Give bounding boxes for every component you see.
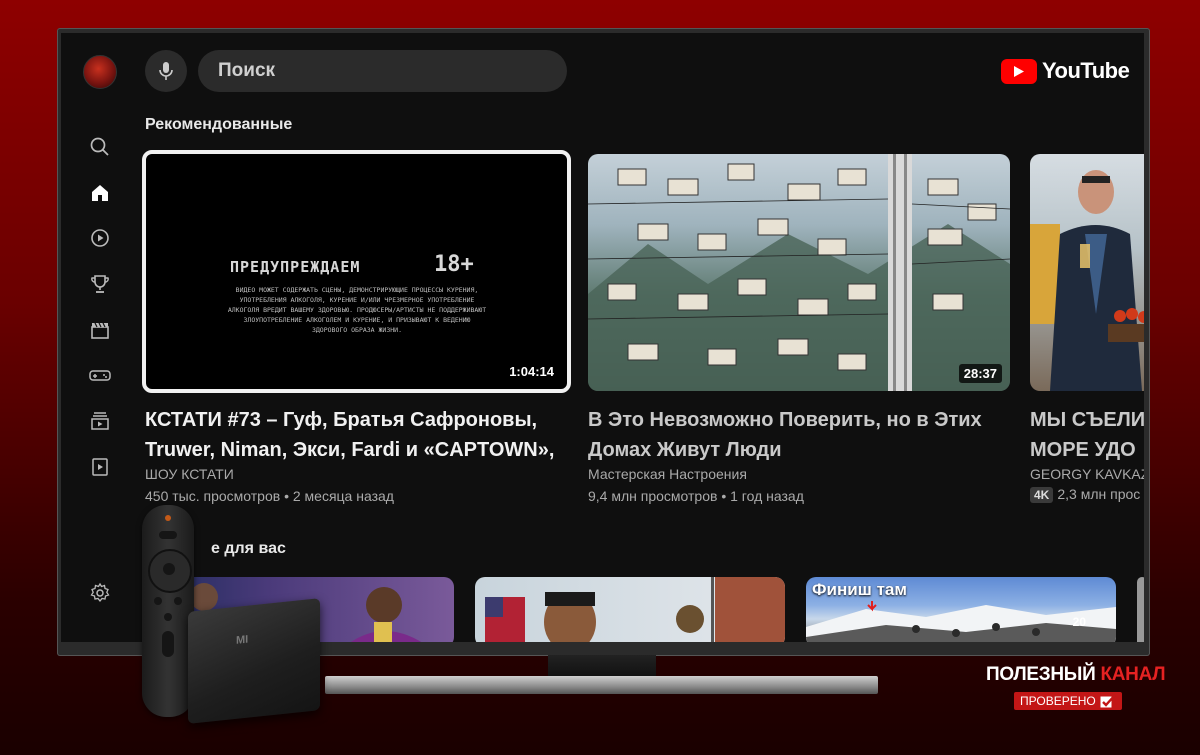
- video-duration: 28:37: [958, 364, 1002, 383]
- channel-name: ПОЛЕЗНЫЙ КАНАЛ: [986, 664, 1166, 686]
- channel-watermark: ПОЛЕЗНЫЙ КАНАЛ ПРОВЕРЕНО: [986, 664, 1166, 710]
- remote-button: [164, 613, 172, 621]
- video-title-line: Домах Живут Люди: [588, 439, 782, 461]
- video-title-line: КСТАТИ #73 – Гуф, Братья Сафроновы,: [145, 409, 538, 431]
- channel-name-red: КАНАЛ: [1100, 664, 1166, 685]
- video-meta: 450 тыс. просмотров • 2 месяца назад: [145, 488, 394, 504]
- checked-badge: ПРОВЕРЕНО: [1014, 692, 1122, 710]
- youtube-logo-text: YouTube: [1042, 58, 1130, 83]
- tv-stand-neck: [548, 655, 656, 677]
- gamepad-icon[interactable]: [89, 364, 111, 386]
- box-logo: MI: [236, 633, 249, 647]
- video-meta: 4K 2,3 млн прос: [1030, 486, 1140, 503]
- thumb-warning-title: ПРЕДУПРЕЖДАЕМ: [230, 258, 361, 276]
- library-icon[interactable]: [89, 410, 111, 432]
- channel-name-white: ПОЛЕЗНЫЙ: [986, 664, 1101, 685]
- video-title-line: МЫ СЪЕЛИ: [1030, 409, 1144, 431]
- voice-search-button[interactable]: [145, 50, 187, 92]
- search-placeholder: Поиск: [218, 60, 276, 81]
- video-title-line: МОРЕ УДО: [1030, 439, 1136, 461]
- playlist-icon[interactable]: [89, 456, 111, 478]
- thumb-overlay-number: 20: [1072, 615, 1086, 629]
- video-thumbnail[interactable]: 28:37: [588, 154, 1010, 391]
- youtube-logo: YouTube: [1001, 58, 1130, 84]
- 4k-badge: 4K: [1030, 487, 1054, 503]
- search-icon[interactable]: [89, 136, 111, 158]
- home-icon[interactable]: [89, 182, 111, 204]
- checkmark-icon: [1100, 694, 1116, 708]
- subscriptions-icon[interactable]: [89, 227, 111, 249]
- youtube-play-icon: [1001, 58, 1037, 84]
- account-avatar[interactable]: [83, 55, 117, 89]
- microphone-icon: [159, 62, 173, 80]
- video-title-line: В Это Невозможно Поверить, но в Этих: [588, 409, 982, 431]
- video-thumbnail[interactable]: [475, 577, 785, 642]
- search-input[interactable]: Поиск: [198, 50, 567, 92]
- gear-icon[interactable]: [89, 582, 111, 604]
- remote-volume-rocker: [162, 631, 174, 657]
- remote-button: [154, 597, 162, 605]
- video-channel: ШОУ КСТАТИ: [145, 466, 234, 482]
- video-meta: 9,4 млн просмотров • 1 год назад: [588, 488, 804, 504]
- thumbnail-image: [485, 577, 785, 642]
- thumbnail-image: [588, 154, 1010, 391]
- section-title-recommended: Рекомендованные: [145, 116, 293, 133]
- thumbnail-image: [1030, 170, 1144, 391]
- thumbnail-image: [806, 601, 1116, 642]
- video-thumbnail[interactable]: Финиш там 20: [806, 577, 1116, 642]
- video-title-line: Truwer, Niman, Экси, Fardi и «CAPTOWN»,: [145, 439, 555, 461]
- remote-button: [159, 531, 177, 539]
- video-channel: Мастерская Настроения: [588, 466, 747, 482]
- tv-screen: Поиск YouTube Рекомендованные ПРЕДУПРЕЖД…: [61, 33, 1144, 642]
- video-meta-text: 2,3 млн прос: [1057, 486, 1141, 502]
- tv-stand-base: [325, 676, 878, 694]
- remote-ok-button: [163, 563, 175, 575]
- video-thumbnail[interactable]: [1030, 154, 1144, 391]
- video-channel: GEORGY KAVKAZ: [1030, 466, 1144, 482]
- thumb-warning-text: ВИДЕО МОЖЕТ СОДЕРЖАТЬ СЦЕНЫ, ДЕМОНСТРИРУ…: [227, 286, 487, 334]
- remote-led: [165, 515, 171, 521]
- video-thumbnail[interactable]: ПРЕДУПРЕЖДАЕМ 18+ ВИДЕО МОЖЕТ СОДЕРЖАТЬ …: [142, 150, 571, 393]
- remote-control: [142, 505, 194, 717]
- remote-button: [174, 597, 182, 605]
- checked-label: ПРОВЕРЕНО: [1020, 694, 1096, 708]
- trophy-icon[interactable]: [89, 273, 111, 295]
- clapperboard-icon[interactable]: [89, 319, 111, 341]
- video-duration: 1:04:14: [504, 362, 559, 381]
- thumb-age-rating: 18+: [434, 252, 474, 277]
- tv-box: MI: [188, 598, 320, 724]
- section-title-for-you: е для вас: [211, 540, 286, 557]
- video-thumbnail[interactable]: [1137, 577, 1144, 642]
